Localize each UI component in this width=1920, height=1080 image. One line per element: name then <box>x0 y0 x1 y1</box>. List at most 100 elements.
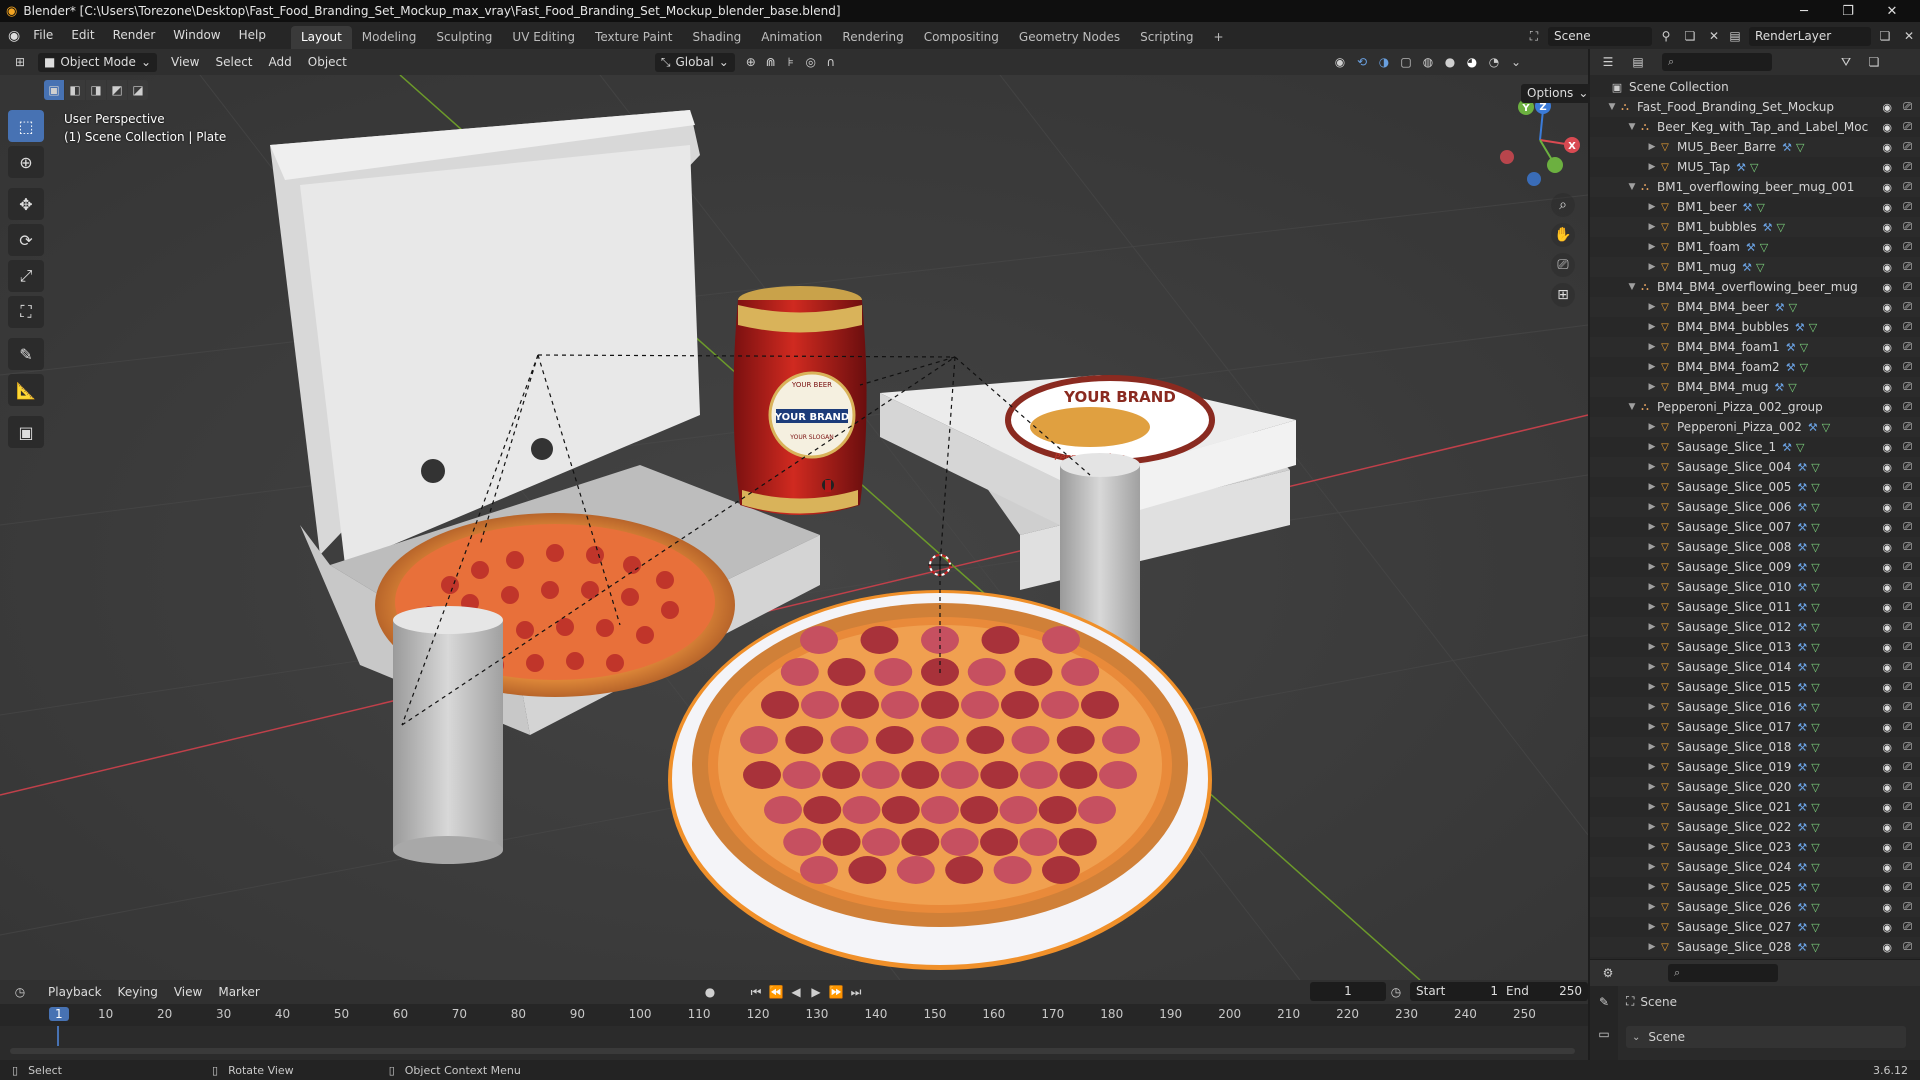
collapsed-arrow-icon[interactable]: ▶ <box>1646 222 1658 232</box>
camera-icon[interactable]: ⎚ <box>1903 760 1912 774</box>
tab-texture-paint[interactable]: Texture Paint <box>585 26 682 49</box>
tab-layout[interactable]: Layout <box>290 26 352 49</box>
expanded-arrow-icon[interactable]: ▼ <box>1626 402 1638 412</box>
collapsed-arrow-icon[interactable]: ▶ <box>1646 162 1658 172</box>
eye-icon[interactable]: ◉ <box>1882 241 1892 254</box>
camera-icon[interactable]: ⎚ <box>1903 140 1912 154</box>
playhead[interactable] <box>57 1026 59 1046</box>
camera-icon[interactable]: ⎚ <box>1903 540 1912 554</box>
new-collection-icon[interactable]: ❏ <box>1864 52 1884 72</box>
rotate-tool[interactable]: ⟳ <box>8 224 44 256</box>
collapsed-arrow-icon[interactable]: ▶ <box>1646 882 1658 892</box>
camera-icon[interactable]: ⎚ <box>1903 820 1912 834</box>
collapsed-arrow-icon[interactable]: ▶ <box>1646 662 1658 672</box>
eye-icon[interactable]: ◉ <box>1882 221 1892 234</box>
camera-icon[interactable]: ⎚ <box>1903 700 1912 714</box>
camera-icon[interactable]: ⎚ <box>1903 220 1912 234</box>
overlay-icon[interactable]: ◑ <box>1374 52 1394 72</box>
camera-icon[interactable]: ⎚ <box>1903 860 1912 874</box>
close-button[interactable]: ✕ <box>1872 0 1912 22</box>
editor-type-icon[interactable]: ☰ <box>1598 52 1618 72</box>
visibility-icon[interactable]: ◉ <box>1330 52 1350 72</box>
expanded-arrow-icon[interactable]: ▼ <box>1606 102 1618 112</box>
xray-icon[interactable]: ▢ <box>1396 52 1416 72</box>
eye-icon[interactable]: ◉ <box>1882 201 1892 214</box>
add-workspace-button[interactable]: + <box>1204 26 1234 49</box>
collapsed-arrow-icon[interactable]: ▶ <box>1646 342 1658 352</box>
outliner-object-row[interactable]: ▶ ▽ Sausage_Slice_024 ⚒ ▽ ◉ ⎚ <box>1590 857 1920 877</box>
eye-icon[interactable]: ◉ <box>1882 261 1892 274</box>
eye-icon[interactable]: ◉ <box>1882 521 1892 534</box>
camera-icon[interactable]: ⎚ <box>1903 300 1912 314</box>
minimize-button[interactable]: ─ <box>1784 0 1824 22</box>
tab-sculpting[interactable]: Sculpting <box>426 26 502 49</box>
eye-icon[interactable]: ◉ <box>1882 601 1892 614</box>
jump-end-icon[interactable]: ⏭ <box>846 982 866 1002</box>
eye-icon[interactable]: ◉ <box>1882 901 1892 914</box>
outliner-object-row[interactable]: ▶ ▽ Sausage_Slice_023 ⚒ ▽ ◉ ⎚ <box>1590 837 1920 857</box>
eye-icon[interactable]: ◉ <box>1882 501 1892 514</box>
outliner-object-row[interactable]: ▶ ▽ Sausage_Slice_1 ⚒ ▽ ◉ ⎚ <box>1590 437 1920 457</box>
eye-icon[interactable]: ◉ <box>1882 641 1892 654</box>
collapsed-arrow-icon[interactable]: ▶ <box>1646 742 1658 752</box>
outliner-object-row[interactable]: ▶ ▽ BM4_BM4_bubbles ⚒ ▽ ◉ ⎚ <box>1590 317 1920 337</box>
solid-shading-icon[interactable]: ● <box>1440 52 1460 72</box>
collapsed-arrow-icon[interactable]: ▶ <box>1646 442 1658 452</box>
blender-menu-icon[interactable]: ◉ <box>8 28 20 44</box>
outliner-object-row[interactable]: ▶ ▽ Sausage_Slice_005 ⚒ ▽ ◉ ⎚ <box>1590 477 1920 497</box>
camera-icon[interactable]: ⎚ <box>1903 340 1912 354</box>
end-frame-field[interactable]: End 250 <box>1500 982 1588 1001</box>
camera-icon[interactable]: ⎚ <box>1903 920 1912 934</box>
camera-icon[interactable]: ⎚ <box>1903 900 1912 914</box>
collapsed-arrow-icon[interactable]: ▶ <box>1646 702 1658 712</box>
outliner-object-row[interactable]: ▶ ▽ Sausage_Slice_021 ⚒ ▽ ◉ ⎚ <box>1590 797 1920 817</box>
timeline-menu-playback[interactable]: Playback <box>40 985 110 999</box>
clock-icon[interactable]: ◷ <box>1386 982 1406 1002</box>
render-tab-icon[interactable]: ▭ <box>1594 1024 1614 1044</box>
collapsed-arrow-icon[interactable]: ▶ <box>1646 762 1658 772</box>
eye-icon[interactable]: ◉ <box>1882 821 1892 834</box>
properties-search[interactable]: ⌕ <box>1668 964 1778 982</box>
outliner-search[interactable]: ⌕ <box>1662 53 1772 71</box>
scale-tool[interactable]: ⤢ <box>8 260 44 292</box>
camera-icon[interactable]: ⎚ <box>1903 180 1912 194</box>
collapsed-arrow-icon[interactable]: ▶ <box>1646 922 1658 932</box>
collapsed-arrow-icon[interactable]: ▶ <box>1646 582 1658 592</box>
outliner-object-row[interactable]: ▶ ▽ Sausage_Slice_014 ⚒ ▽ ◉ ⎚ <box>1590 657 1920 677</box>
camera-icon[interactable]: ⎚ <box>1903 600 1912 614</box>
outliner-collection-row[interactable]: ▼ ⛬ Fast_Food_Branding_Set_Mockup ◉ ⎚ <box>1590 97 1920 117</box>
camera-icon[interactable]: ⎚ <box>1903 500 1912 514</box>
eye-icon[interactable]: ◉ <box>1882 321 1892 334</box>
collapsed-arrow-icon[interactable]: ▶ <box>1646 642 1658 652</box>
timeline-menu-keying[interactable]: Keying <box>110 985 166 999</box>
render-layer-icon[interactable]: ▤ <box>1725 26 1745 46</box>
eye-icon[interactable]: ◉ <box>1882 861 1892 874</box>
scene-panel[interactable]: ⌄ Scene <box>1626 1026 1906 1048</box>
viewport-menu-view[interactable]: View <box>163 55 207 69</box>
options-button[interactable]: Options ⌄ <box>1521 84 1595 103</box>
camera-icon[interactable]: ⎚ <box>1903 160 1912 174</box>
gizmo-icon[interactable]: ⟲ <box>1352 52 1372 72</box>
collapsed-arrow-icon[interactable]: ▶ <box>1646 462 1658 472</box>
outliner-object-row[interactable]: ▶ ▽ Sausage_Slice_015 ⚒ ▽ ◉ ⎚ <box>1590 677 1920 697</box>
collapsed-arrow-icon[interactable]: ▶ <box>1646 322 1658 332</box>
new-layer-icon[interactable]: ❏ <box>1875 26 1895 46</box>
collapsed-arrow-icon[interactable]: ▶ <box>1646 782 1658 792</box>
add-cube-tool[interactable]: ▣ <box>8 416 44 448</box>
eye-icon[interactable]: ◉ <box>1882 481 1892 494</box>
select-box-tool[interactable]: ⬚ <box>8 110 44 142</box>
tab-rendering[interactable]: Rendering <box>832 26 913 49</box>
scene-icon[interactable]: ⛶ <box>1524 26 1544 46</box>
outliner-collection-row[interactable]: ▼ ⛬ BM1_overflowing_beer_mug_001 ◉ ⎚ <box>1590 177 1920 197</box>
pan-button[interactable]: ✋ <box>1551 223 1575 247</box>
camera-icon[interactable]: ⎚ <box>1903 620 1912 634</box>
collapsed-arrow-icon[interactable]: ▶ <box>1646 622 1658 632</box>
eye-icon[interactable]: ◉ <box>1882 941 1892 954</box>
mode-dropdown[interactable]: ■ Object Mode ⌄ <box>38 52 157 72</box>
camera-icon[interactable]: ⎚ <box>1903 720 1912 734</box>
collapsed-arrow-icon[interactable]: ▶ <box>1646 502 1658 512</box>
delete-layer-icon[interactable]: ✕ <box>1899 26 1919 46</box>
eye-icon[interactable]: ◉ <box>1882 881 1892 894</box>
outliner-object-row[interactable]: ▶ ▽ Sausage_Slice_011 ⚒ ▽ ◉ ⎚ <box>1590 597 1920 617</box>
collapsed-arrow-icon[interactable]: ▶ <box>1646 482 1658 492</box>
